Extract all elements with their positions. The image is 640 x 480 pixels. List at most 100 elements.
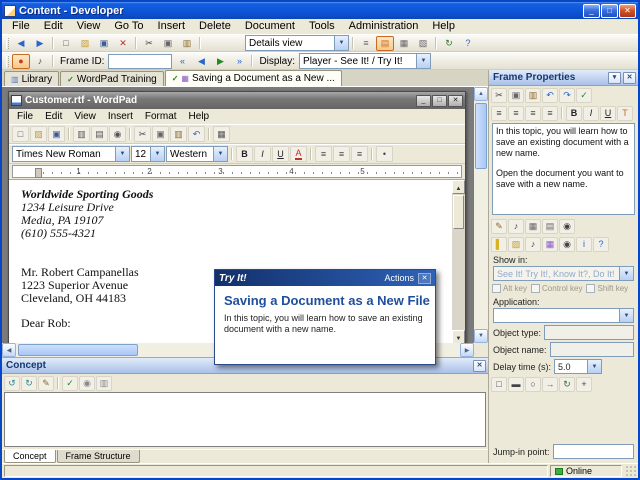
font-color-icon[interactable]: A [290,146,307,162]
delay-time-combo[interactable]: 5.0 [554,359,602,374]
menu-item[interactable]: File [5,19,37,34]
italic-icon[interactable]: I [254,146,271,162]
bottom-tab[interactable]: Concept [4,450,56,463]
panel-menu-icon[interactable]: ▾ [608,72,621,84]
toolbar-grip[interactable] [6,56,9,67]
back-icon[interactable]: ◀ [12,36,30,51]
font-size-combo[interactable]: 12 [131,146,165,162]
details-view-icon[interactable]: ▤ [376,36,394,51]
print-icon[interactable]: ▥ [96,376,112,391]
actions-menu[interactable]: Actions [384,273,414,283]
paste-icon[interactable]: ▥ [170,126,187,142]
scrollbar-thumb[interactable] [453,195,464,229]
preview-icon[interactable]: ◉ [559,219,575,234]
menu-item[interactable]: Document [238,19,302,34]
preview-icon[interactable]: ▧ [414,36,432,51]
help-icon[interactable]: ? [593,237,609,252]
sound-icon[interactable]: ♪ [525,237,541,252]
chevron-down-icon[interactable] [115,147,129,161]
bubble-text-editor[interactable]: In this topic, you will learn how to sav… [492,123,635,215]
find-icon[interactable]: ◉ [109,126,126,142]
object-type-input[interactable] [544,325,634,340]
content-tab[interactable]: ✓WordPad Training [60,71,164,86]
highlight-icon[interactable]: ▌ [491,237,507,252]
chevron-down-icon[interactable] [416,54,430,68]
edit-icon[interactable]: ✎ [38,376,54,391]
save-icon[interactable]: ▣ [48,126,65,142]
application-combo[interactable] [493,308,634,323]
edit-text-icon[interactable]: ✎ [491,219,507,234]
wordpad-menu-item[interactable]: File [11,109,39,124]
menu-item[interactable]: Delete [192,19,238,34]
scroll-down-icon[interactable] [474,329,488,343]
help-icon[interactable]: ? [459,36,477,51]
scroll-left-icon[interactable] [2,343,16,357]
align-right-icon[interactable]: ≡ [351,146,368,162]
print-preview-icon[interactable]: ▤ [91,126,108,142]
checkbox-icon[interactable] [492,284,501,293]
menu-item[interactable]: Insert [151,19,193,34]
open-icon[interactable]: ▨ [76,36,94,51]
preview-icon[interactable]: ◉ [79,376,95,391]
align-right-icon[interactable]: ≡ [525,106,541,121]
rectangle-icon[interactable]: ▬ [508,377,524,392]
find-icon[interactable]: ◉ [559,237,575,252]
bold-icon[interactable]: B [236,146,253,162]
new-document-icon[interactable]: □ [12,126,29,142]
wordpad-close-button[interactable]: ✕ [448,95,463,107]
resize-grip[interactable] [624,465,637,477]
wordpad-maximize-button[interactable]: □ [432,95,447,107]
control-key-checkbox[interactable]: Control key [531,284,582,293]
menu-item[interactable]: View [70,19,108,34]
menu-item[interactable]: Help [425,19,462,34]
tryit-popup-title-bar[interactable]: Try It! Actions ✕ [215,270,435,286]
menu-item[interactable]: Go To [107,19,150,34]
menu-item[interactable]: Tools [302,19,342,34]
open-icon[interactable]: ▨ [30,126,47,142]
editor-vertical-scrollbar[interactable] [474,87,488,343]
panel-close-icon[interactable]: ✕ [623,72,636,84]
align-left-icon[interactable]: ≡ [315,146,332,162]
scrollbar-thumb[interactable] [18,344,138,356]
scrollbar-track[interactable] [474,101,488,329]
rotate-icon[interactable]: ↻ [559,377,575,392]
underline-icon[interactable]: U [272,146,289,162]
chevron-down-icon[interactable] [334,36,348,50]
content-tab[interactable]: ✓▦Saving a Document as a New ... [165,70,342,86]
copy-icon[interactable]: ▣ [508,88,524,103]
align-left-icon[interactable]: ≡ [491,106,507,121]
panel-close-icon[interactable]: ✕ [473,360,486,372]
display-mode-combo[interactable]: Player - See It! / Try It! [299,53,431,69]
bullets-icon[interactable]: • [376,146,393,162]
info-icon[interactable]: i [576,237,592,252]
first-frame-icon[interactable]: « [173,54,191,69]
last-frame-icon[interactable]: » [230,54,248,69]
play-icon[interactable]: ▶ [211,54,229,69]
record-icon[interactable]: ● [12,54,30,69]
cut-icon[interactable]: ✂ [134,126,151,142]
image-icon[interactable]: ▦ [525,219,541,234]
sound-icon[interactable]: ♪ [508,219,524,234]
movie-icon[interactable]: ▦ [542,237,558,252]
menu-item[interactable]: Edit [37,19,70,34]
wordpad-minimize-button[interactable]: _ [416,95,431,107]
spellcheck-icon[interactable]: ✓ [576,88,592,103]
back-icon[interactable]: ↺ [4,376,20,391]
alt-key-checkbox[interactable]: Alt key [492,284,527,293]
wordpad-menu-item[interactable]: Insert [102,109,139,124]
frame-id-input[interactable] [108,54,172,69]
scroll-up-icon[interactable] [452,180,465,194]
paste-icon[interactable]: ▥ [525,88,541,103]
jump-in-point-input[interactable] [553,444,634,459]
maximize-button[interactable]: □ [601,4,618,18]
chevron-down-icon[interactable] [150,147,164,161]
close-icon[interactable]: ✕ [418,273,431,284]
paste-icon[interactable]: ▥ [178,36,196,51]
spellcheck-icon[interactable]: ✓ [62,376,78,391]
cut-icon[interactable]: ✂ [491,88,507,103]
justify-icon[interactable]: ≡ [542,106,558,121]
bottom-tab[interactable]: Frame Structure [57,450,140,463]
title-bar[interactable]: Content - Developer _□✕ [2,2,638,19]
chevron-down-icon[interactable] [213,147,227,161]
content-tab[interactable]: ▥Library [4,71,59,86]
